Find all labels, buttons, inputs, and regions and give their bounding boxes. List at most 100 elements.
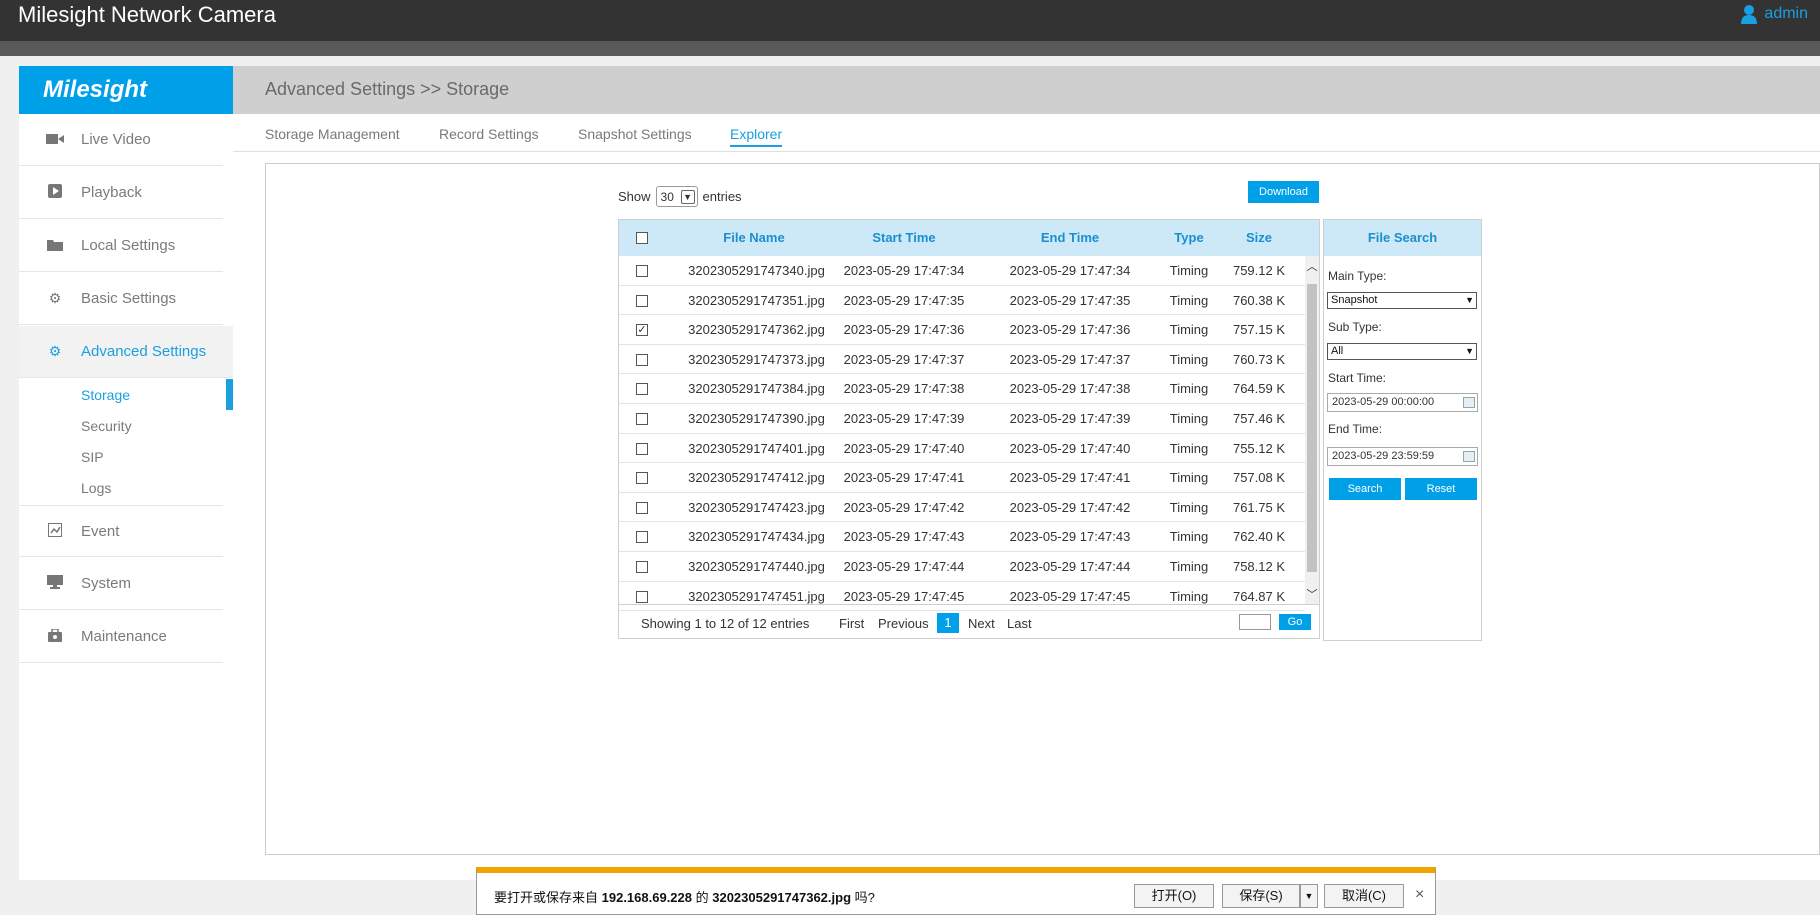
reset-button[interactable]: Reset xyxy=(1405,478,1477,500)
start-time-value: 2023-05-29 00:00:00 xyxy=(1332,396,1435,408)
user-name[interactable]: admin xyxy=(1764,5,1808,23)
table-row[interactable]: 3202305291747434.jpg 2023-05-29 17:47:43 2… xyxy=(619,522,1305,552)
entries-summary: Showing 1 to 12 of 12 entries xyxy=(641,616,810,631)
calendar-icon[interactable] xyxy=(1463,451,1475,462)
size-cell: 760.73 K xyxy=(1232,351,1286,367)
table-row[interactable]: ✓ 3202305291747362.jpg 2023-05-29 17:47:36… xyxy=(619,315,1305,345)
chevron-down-icon: ▼ xyxy=(1465,295,1474,305)
page-first[interactable]: First xyxy=(839,616,864,631)
page-last[interactable]: Last xyxy=(1007,616,1032,631)
row-checkbox[interactable]: ✓ xyxy=(636,324,648,337)
download-button[interactable]: Download xyxy=(1248,181,1319,203)
file-search-panel: File Search Main Type: Snapshot ▼ Sub Typ… xyxy=(1323,219,1482,641)
save-button[interactable]: 保存(S) xyxy=(1222,884,1300,908)
type-cell: Timing xyxy=(1169,559,1209,574)
row-checkbox[interactable] xyxy=(636,294,648,307)
sidebar-item-event[interactable]: Event xyxy=(19,505,223,557)
size-cell: 764.59 K xyxy=(1232,381,1286,397)
row-checkbox[interactable] xyxy=(636,353,648,366)
table-row[interactable]: 3202305291747351.jpg 2023-05-29 17:47:35 2… xyxy=(619,286,1305,316)
sub-type-select[interactable]: All ▼ xyxy=(1327,343,1477,360)
column-start-time[interactable]: Start Time xyxy=(819,230,989,245)
row-checkbox[interactable] xyxy=(636,472,648,485)
sidebar-item-playback[interactable]: Playback xyxy=(19,167,223,219)
tab-snapshot-settings[interactable]: Snapshot Settings xyxy=(578,126,692,142)
column-end-time[interactable]: End Time xyxy=(985,230,1155,245)
sidebar-item-local-settings[interactable]: Local Settings xyxy=(19,220,223,272)
user-menu[interactable]: admin xyxy=(1740,4,1808,24)
row-checkbox[interactable] xyxy=(636,561,648,573)
search-button[interactable]: Search xyxy=(1329,478,1401,500)
sidebar-item-basic-settings[interactable]: ⚙ Basic Settings xyxy=(19,273,223,325)
main-type-select[interactable]: Snapshot ▼ xyxy=(1327,292,1477,309)
page-current[interactable]: 1 xyxy=(937,613,959,633)
page-next[interactable]: Next xyxy=(968,616,995,631)
page-previous[interactable]: Previous xyxy=(878,616,929,631)
size-cell: 758.12 K xyxy=(1232,559,1286,574)
download-message-prefix: 要打开或保存来自 xyxy=(494,890,602,905)
row-checkbox[interactable] xyxy=(636,590,648,603)
table-row[interactable]: 3202305291747423.jpg 2023-05-29 17:47:42 2… xyxy=(619,493,1305,523)
tab-record-settings[interactable]: Record Settings xyxy=(439,126,539,142)
tab-explorer[interactable]: Explorer xyxy=(730,126,783,147)
row-checkbox[interactable] xyxy=(636,265,648,277)
tab-storage-management[interactable]: Storage Management xyxy=(265,126,400,142)
row-checkbox[interactable] xyxy=(636,413,648,425)
scroll-thumb[interactable] xyxy=(1307,284,1317,572)
size-cell: 764.87 K xyxy=(1232,588,1286,604)
table-scrollbar[interactable]: ︿ ﹀ xyxy=(1305,256,1319,604)
table-row[interactable]: 3202305291747373.jpg 2023-05-29 17:47:37 2… xyxy=(619,345,1305,375)
type-cell: Timing xyxy=(1169,292,1209,308)
row-checkbox[interactable] xyxy=(636,442,648,455)
download-file-name: 3202305291747362.jpg xyxy=(712,890,852,905)
file-name-cell: 3202305291747340.jpg xyxy=(688,263,825,278)
scroll-up-icon[interactable]: ︿ xyxy=(1305,258,1319,274)
table-row[interactable]: 3202305291747340.jpg 2023-05-29 17:47:34 2… xyxy=(619,256,1305,286)
end-time-cell: 2023-05-29 17:47:41 xyxy=(1009,470,1131,486)
column-size[interactable]: Size xyxy=(1229,230,1289,245)
start-time-cell: 2023-05-29 17:47:36 xyxy=(843,322,965,338)
table-row[interactable]: 3202305291747390.jpg 2023-05-29 17:47:39 2… xyxy=(619,404,1305,434)
row-checkbox[interactable] xyxy=(636,501,648,514)
event-icon xyxy=(45,521,65,540)
cancel-button[interactable]: 取消(C) xyxy=(1324,884,1404,908)
open-button[interactable]: 打开(O) xyxy=(1134,884,1214,908)
sidebar-subitem-logs[interactable]: Logs xyxy=(81,480,111,496)
end-time-input[interactable]: 2023-05-29 23:59:59 xyxy=(1327,447,1478,466)
file-table: File Name Start Time End Time Type Size … xyxy=(618,219,1320,639)
table-row[interactable]: 3202305291747384.jpg 2023-05-29 17:47:38 2… xyxy=(619,374,1305,404)
sidebar-subitem-sip[interactable]: SIP xyxy=(81,449,104,465)
end-time-cell: 2023-05-29 17:47:35 xyxy=(1009,292,1131,308)
scroll-down-icon[interactable]: ﹀ xyxy=(1305,586,1319,602)
row-checkbox[interactable] xyxy=(636,383,648,396)
select-all-checkbox[interactable] xyxy=(636,232,648,244)
start-time-input[interactable]: 2023-05-29 00:00:00 xyxy=(1327,393,1478,412)
type-cell: Timing xyxy=(1169,499,1209,515)
close-icon[interactable]: × xyxy=(1415,886,1424,904)
download-message: 要打开或保存来自 192.168.69.228 的 32023052917473… xyxy=(494,887,875,906)
table-row[interactable]: 3202305291747440.jpg 2023-05-29 17:47:44 2… xyxy=(619,552,1305,582)
row-checkbox[interactable] xyxy=(636,531,648,544)
save-options-arrow-icon[interactable]: ▼ xyxy=(1300,884,1318,908)
end-time-cell: 2023-05-29 17:47:42 xyxy=(1009,499,1131,515)
sidebar-subitem-security[interactable]: Security xyxy=(81,418,132,434)
sidebar-item-maintenance[interactable]: Maintenance xyxy=(19,611,223,663)
column-type[interactable]: Type xyxy=(1159,230,1219,245)
start-time-cell: 2023-05-29 17:47:40 xyxy=(843,440,965,456)
type-cell: Timing xyxy=(1169,440,1209,456)
size-cell: 757.08 K xyxy=(1232,470,1286,486)
size-cell: 762.40 K xyxy=(1232,529,1286,545)
entries-value: 30 xyxy=(660,189,674,204)
entries-select[interactable]: 30 ▼ xyxy=(655,186,698,207)
go-button[interactable]: Go xyxy=(1279,614,1311,630)
page-goto-input[interactable] xyxy=(1239,614,1271,630)
sidebar-item-system[interactable]: System xyxy=(19,558,223,610)
column-file-name[interactable]: File Name xyxy=(679,230,829,245)
sidebar-subitem-storage[interactable]: Storage xyxy=(81,387,130,403)
table-row[interactable]: 3202305291747412.jpg 2023-05-29 17:47:41 2… xyxy=(619,463,1305,493)
sidebar-item-live-video[interactable]: Live Video xyxy=(19,114,223,166)
calendar-icon[interactable] xyxy=(1463,397,1475,408)
start-time-cell: 2023-05-29 17:47:38 xyxy=(843,381,965,397)
sidebar-item-advanced-settings[interactable]: ⚙ Advanced Settings xyxy=(19,326,233,378)
table-row[interactable]: 3202305291747401.jpg 2023-05-29 17:47:40 2… xyxy=(619,434,1305,464)
